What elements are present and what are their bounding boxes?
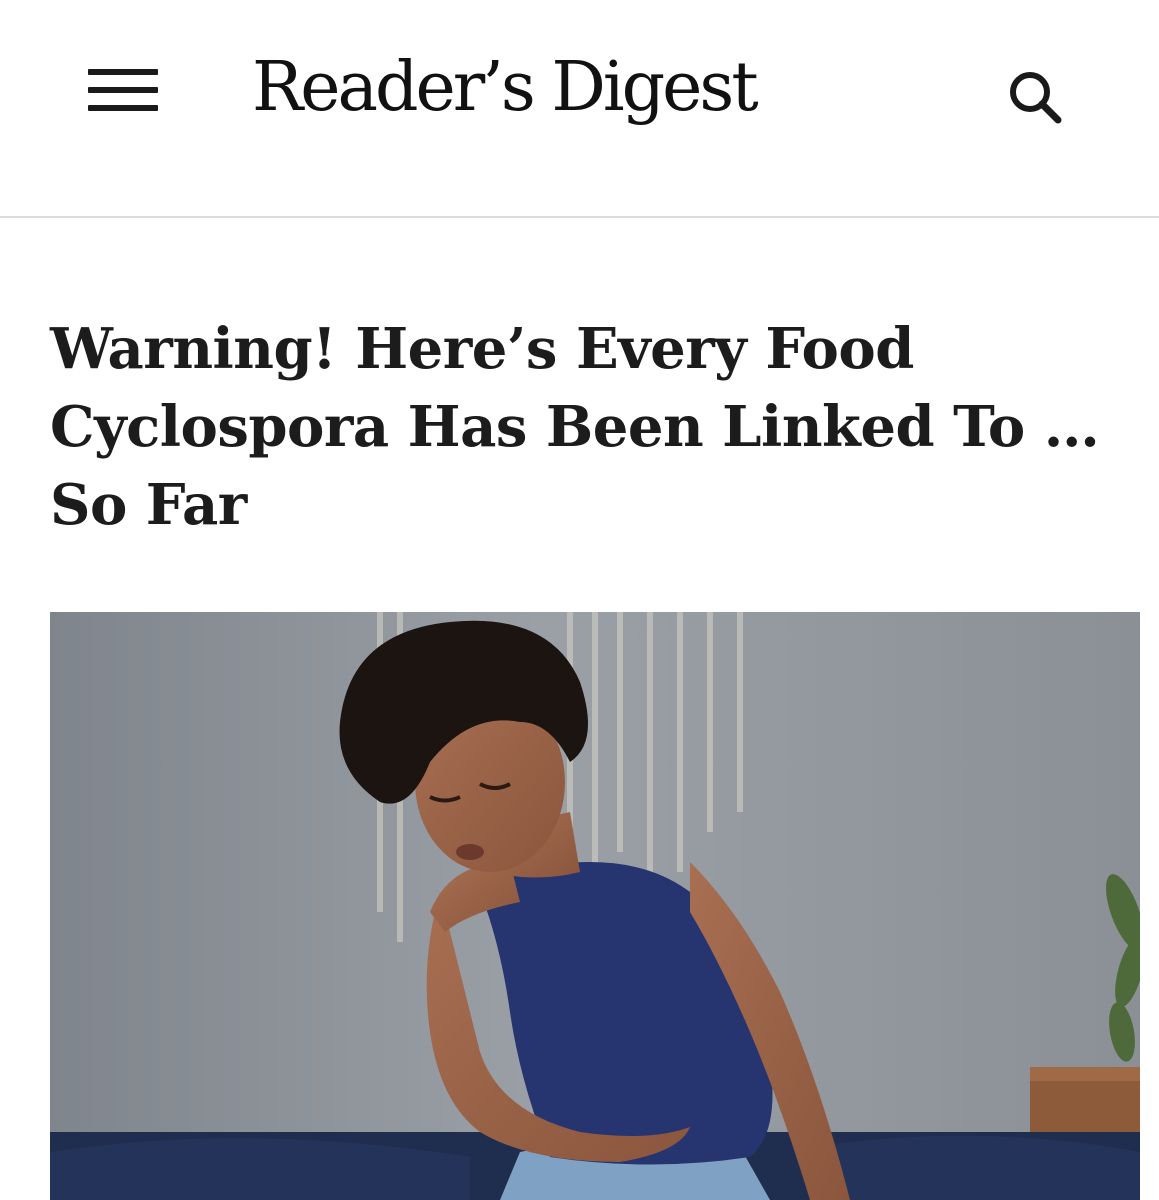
search-button[interactable] <box>996 58 1076 130</box>
search-icon <box>1010 72 1062 124</box>
menu-button[interactable] <box>80 60 166 120</box>
site-header: Reader’s Digest <box>0 0 1159 218</box>
article-hero-image <box>50 612 1140 1200</box>
site-logo[interactable]: Reader’s Digest <box>252 38 812 138</box>
headline-line: Warning! Here’s Every Food <box>50 316 914 382</box>
headline-line: So Far <box>50 472 247 538</box>
article-headline: Warning! Here’s Every Food Cyclospora Ha… <box>50 310 1120 544</box>
headline-line: Cyclospora Has Been Linked To … <box>50 394 1100 460</box>
